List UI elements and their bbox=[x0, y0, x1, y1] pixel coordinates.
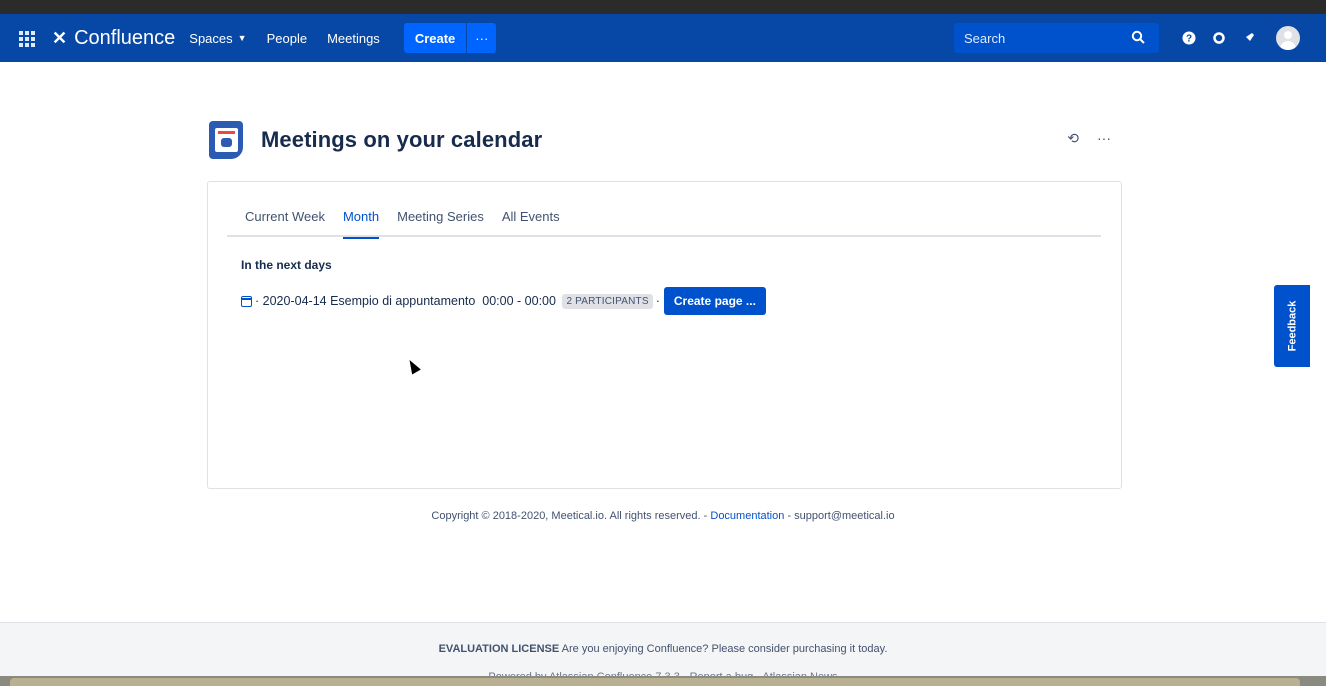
search-input[interactable]: Search bbox=[954, 23, 1159, 53]
user-avatar[interactable] bbox=[1276, 26, 1300, 50]
header-utilities: ? bbox=[1174, 23, 1300, 53]
confluence-logo[interactable]: ✕ Confluence bbox=[52, 27, 175, 50]
section-heading: In the next days bbox=[241, 258, 332, 272]
create-page-button[interactable]: Create page ... bbox=[663, 287, 766, 315]
page-header: Meetings on your calendar ⟲ ··· bbox=[209, 118, 1121, 162]
feedback-label: Feedback bbox=[1286, 300, 1298, 352]
participants-badge: 2 PARTICIPANTS bbox=[562, 293, 653, 309]
event-separator-2: · bbox=[655, 294, 660, 308]
copyright-text: Copyright © 2018-2020, Meetical.io. All … bbox=[431, 510, 708, 522]
notifications-icon[interactable] bbox=[1234, 23, 1264, 53]
event-date: 2020-04-14 bbox=[262, 294, 327, 308]
documentation-link[interactable]: Documentation bbox=[710, 510, 784, 522]
tab-month[interactable]: Month bbox=[342, 209, 380, 239]
create-button[interactable]: Create bbox=[403, 23, 467, 53]
evaluation-line: EVALUATION LICENSE Are you enjoying Conf… bbox=[0, 643, 1326, 655]
meetings-panel: Current Week Month Meeting Series All Ev… bbox=[207, 181, 1122, 489]
feedback-button[interactable]: Feedback bbox=[1274, 285, 1310, 367]
nav-people[interactable]: People bbox=[267, 31, 307, 46]
search-placeholder: Search bbox=[964, 30, 1006, 46]
event-title: Esempio di appuntamento bbox=[330, 294, 476, 308]
confluence-logo-icon: ✕ bbox=[52, 27, 68, 48]
evaluation-license-label: EVALUATION LICENSE bbox=[438, 643, 560, 655]
nav-spaces-label: Spaces bbox=[189, 30, 233, 46]
os-dock-strip bbox=[0, 676, 1326, 686]
meetical-app-icon bbox=[209, 121, 243, 159]
search-icon[interactable] bbox=[1131, 30, 1151, 47]
support-text: - support@meetical.io bbox=[787, 510, 895, 522]
tab-meeting-series[interactable]: Meeting Series bbox=[397, 209, 484, 237]
chevron-down-icon: ▼ bbox=[237, 33, 247, 43]
refresh-icon[interactable]: ⟲ bbox=[1067, 130, 1079, 147]
create-more-button[interactable]: ··· bbox=[466, 23, 497, 53]
svg-text:?: ? bbox=[1186, 34, 1192, 45]
nav-meetings[interactable]: Meetings bbox=[327, 31, 380, 46]
more-actions-icon[interactable]: ··· bbox=[1097, 130, 1111, 147]
primary-nav: Spaces ▼ People Meetings Create ··· bbox=[189, 23, 497, 53]
nav-spaces[interactable]: Spaces ▼ bbox=[189, 31, 246, 46]
event-row: · 2020-04-14 Esempio di appuntamento 00:… bbox=[241, 287, 766, 315]
help-icon[interactable]: ? bbox=[1174, 23, 1204, 53]
calendar-icon bbox=[241, 295, 252, 307]
event-separator: · bbox=[255, 294, 260, 308]
copyright-footer: Copyright © 2018-2020, Meetical.io. All … bbox=[0, 510, 1326, 522]
event-time: 00:00 - 00:00 bbox=[482, 294, 556, 308]
page-title: Meetings on your calendar bbox=[261, 127, 543, 152]
confluence-header: ✕ Confluence Spaces ▼ People Meetings Cr… bbox=[0, 14, 1326, 62]
app-name: Confluence bbox=[74, 26, 176, 49]
os-menubar-strip bbox=[0, 0, 1326, 14]
settings-gear-icon[interactable] bbox=[1204, 23, 1234, 53]
tab-current-week[interactable]: Current Week bbox=[245, 209, 325, 237]
evaluation-text: Are you enjoying Confluence? Please cons… bbox=[561, 643, 888, 655]
page-actions: ⟲ ··· bbox=[1067, 130, 1111, 147]
app-switcher-icon[interactable] bbox=[16, 28, 36, 48]
tab-all-events[interactable]: All Events bbox=[502, 209, 560, 237]
view-tabs: Current Week Month Meeting Series All Ev… bbox=[227, 209, 1101, 239]
